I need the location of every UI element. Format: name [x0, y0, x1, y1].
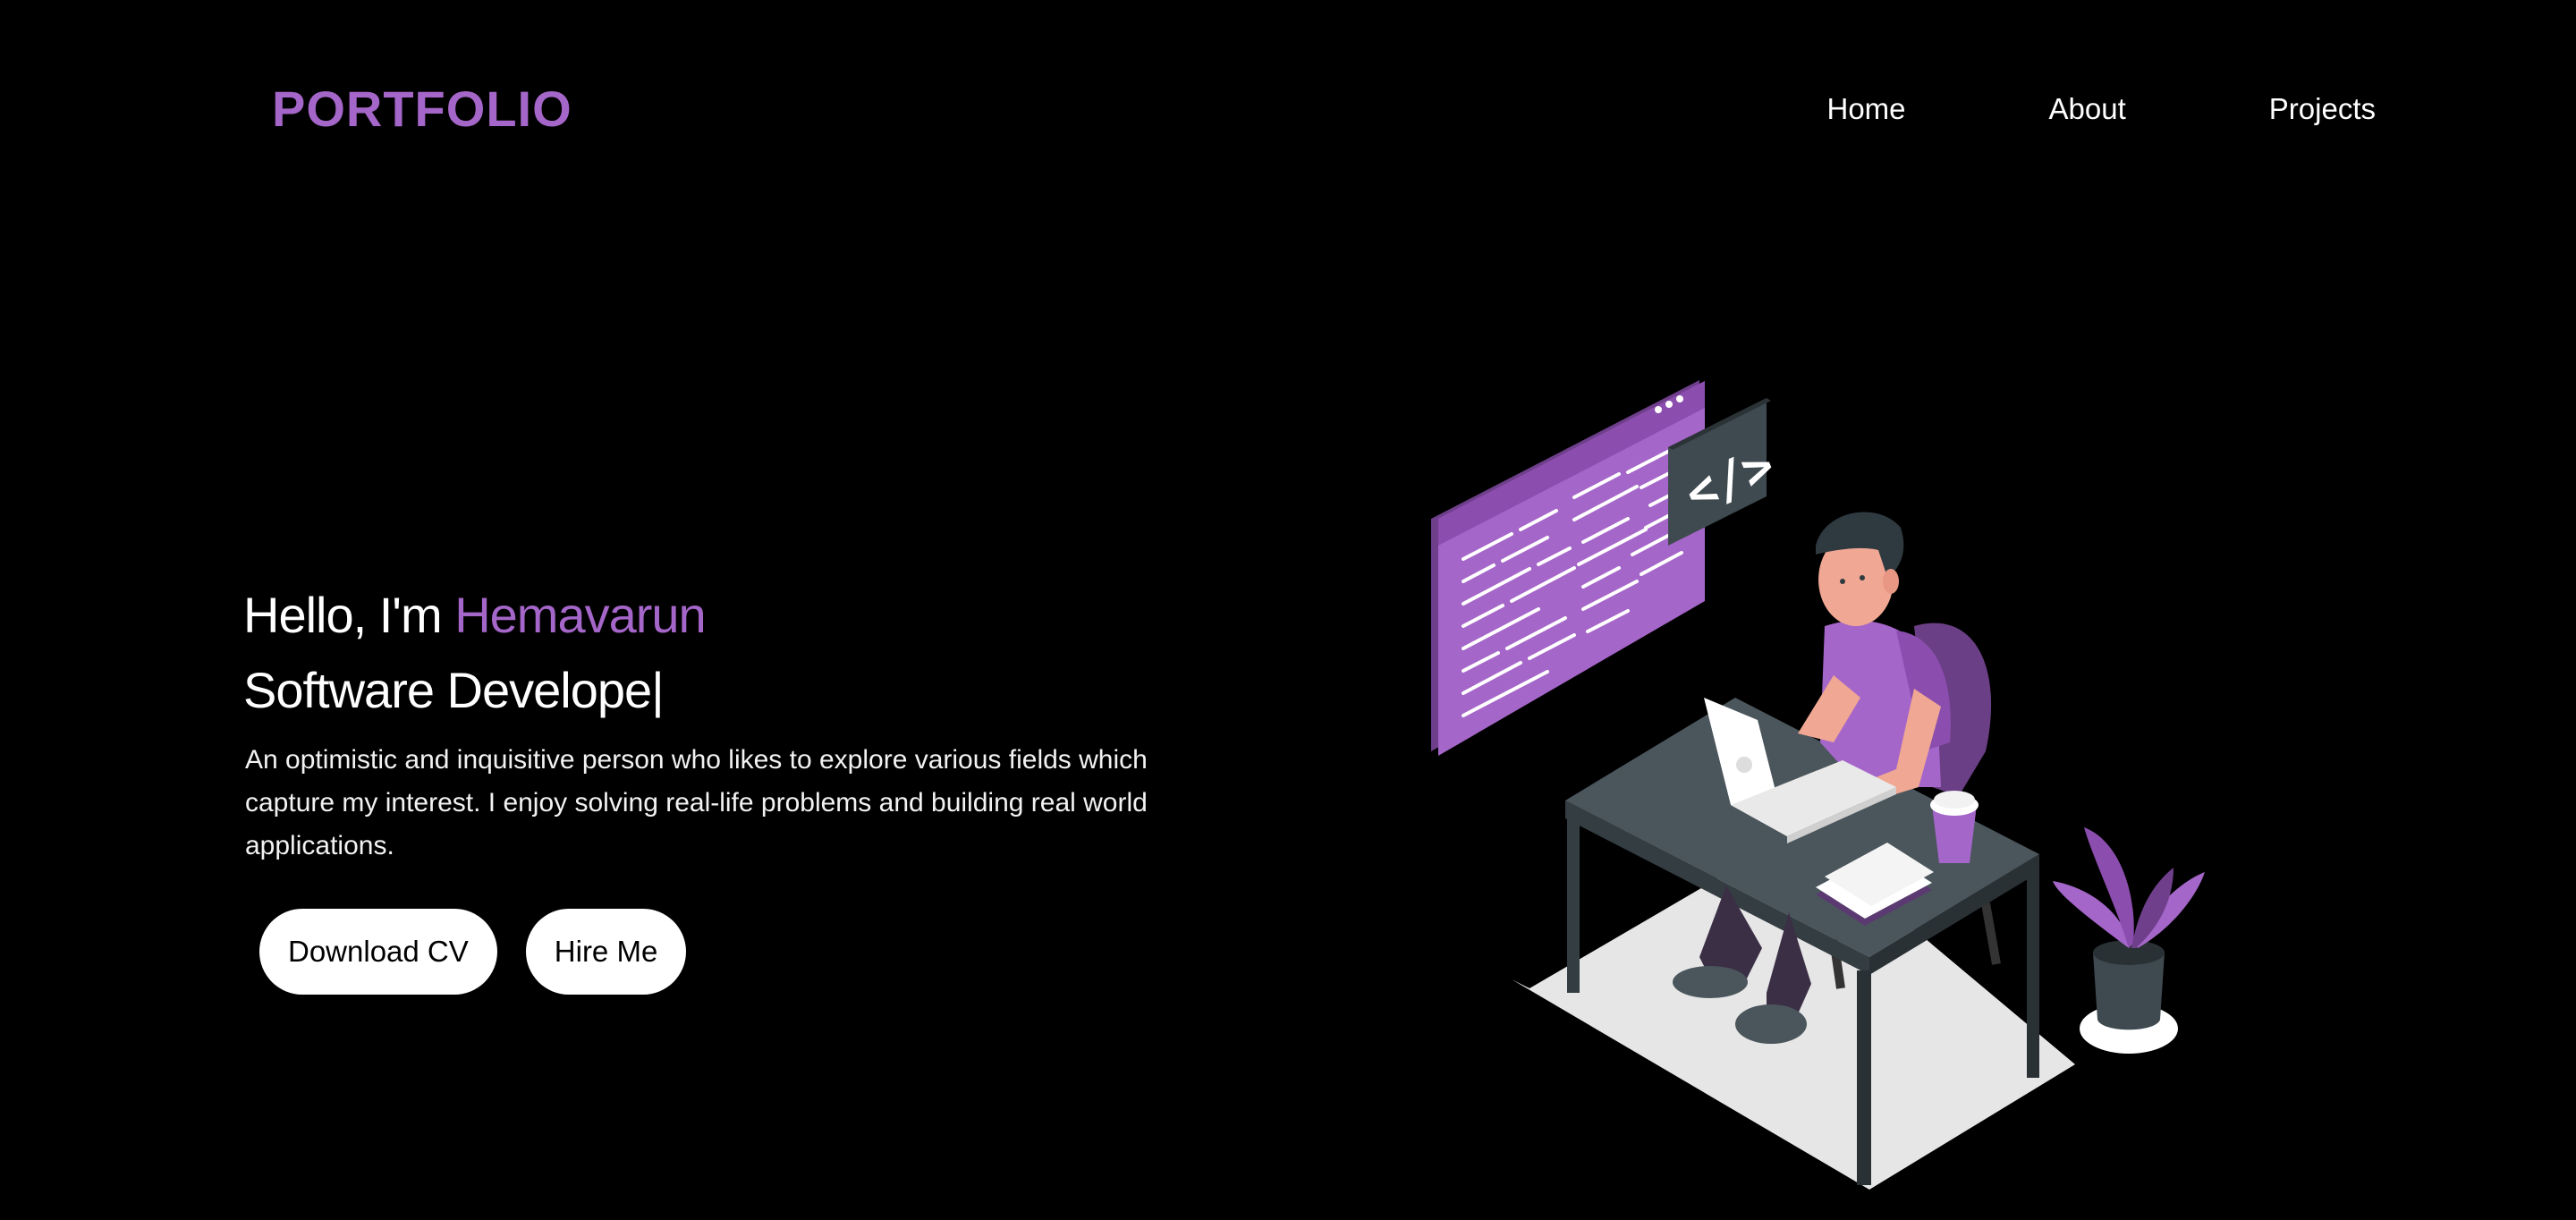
hero-role: Software Develope| — [243, 657, 1227, 724]
plant-graphic — [2053, 827, 2205, 1054]
logo[interactable]: PORTFOLIO — [272, 77, 572, 141]
top-navbar: PORTFOLIO Home About Projects — [0, 0, 2576, 215]
hero-bio: An optimistic and inquisitive person who… — [245, 745, 1148, 860]
download-cv-button[interactable]: Download CV — [259, 909, 497, 995]
nav-home-link[interactable]: Home — [1827, 84, 1906, 134]
role-text: Software Develope — [243, 662, 652, 718]
typing-cursor: | — [651, 662, 665, 718]
page: PORTFOLIO Home About Projects Hello, I'm… — [0, 0, 2576, 1220]
nav-about-link[interactable]: About — [2049, 84, 2126, 134]
hero-name: Hemavarun — [454, 587, 706, 643]
hero-section: Hello, I'm Hemavarun Software Develope| … — [243, 581, 1227, 995]
hero-greeting: Hello, I'm Hemavarun — [243, 581, 1227, 649]
hire-me-button[interactable]: Hire Me — [525, 909, 687, 995]
developer-illustration: </> — [1413, 367, 2218, 1199]
code-window-graphic — [1431, 380, 1705, 756]
hero-actions: Download CV Hire Me — [259, 909, 1227, 995]
greeting-prefix: Hello, I'm — [243, 587, 443, 643]
nav-links: Home About Projects — [1827, 84, 2377, 134]
nav-projects-link[interactable]: Projects — [2269, 84, 2376, 134]
